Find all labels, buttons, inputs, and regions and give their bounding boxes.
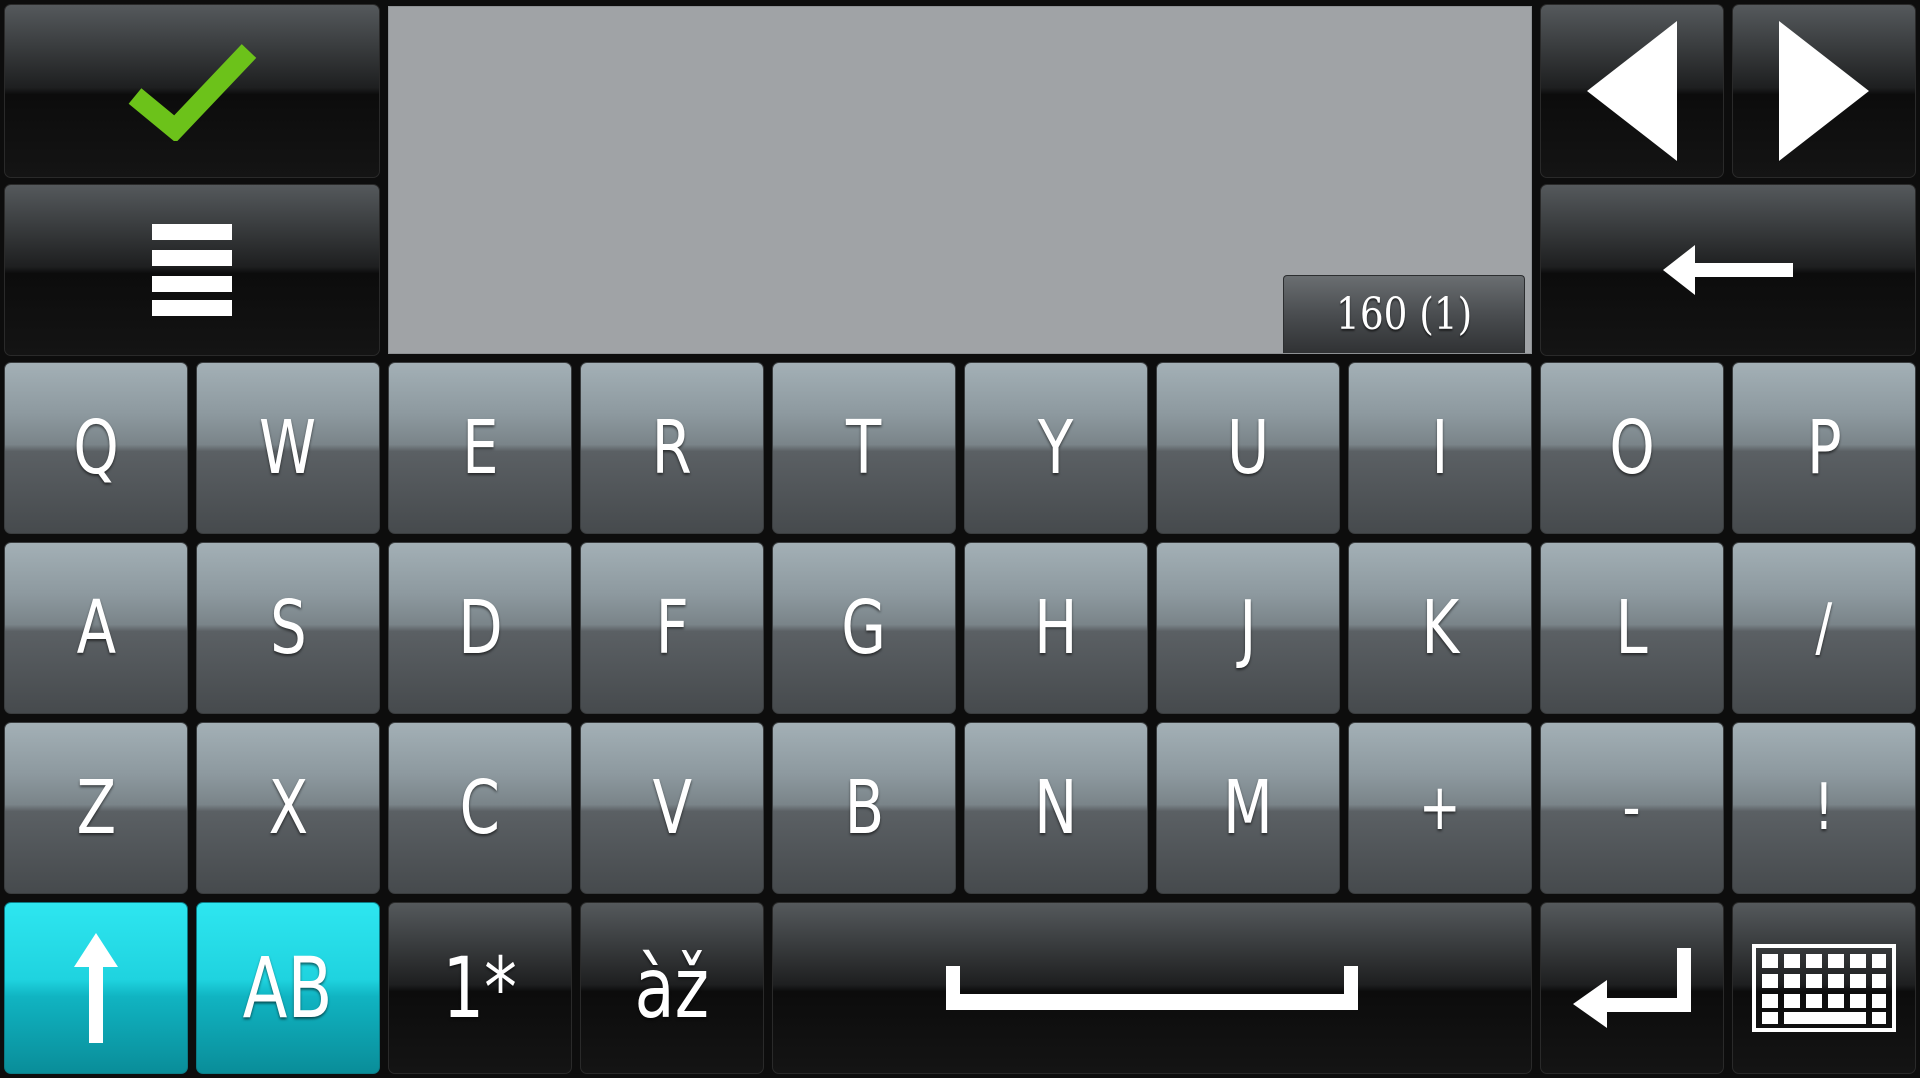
key-r[interactable]: R <box>580 362 764 534</box>
virtual-keyboard: 160 (1) Q W E R T Y U I O P A S D F G H J K L / Z X C V B N M + -! A… <box>0 0 1920 1078</box>
key-label: X <box>268 765 308 851</box>
key-k[interactable]: K <box>1348 542 1532 714</box>
shift-arrow-icon <box>74 933 118 1043</box>
key-label: + <box>1419 771 1461 845</box>
key-symbol-9-2[interactable]: ! <box>1732 722 1916 894</box>
key-label: S <box>269 585 307 671</box>
key-m[interactable]: M <box>1156 722 1340 894</box>
shift-button[interactable] <box>4 902 188 1074</box>
key-label: R <box>651 405 693 491</box>
text-input-area[interactable]: 160 (1) <box>388 6 1532 354</box>
key-label: G <box>841 585 887 671</box>
key-v[interactable]: V <box>580 722 764 894</box>
key-t[interactable]: T <box>772 362 956 534</box>
key-h[interactable]: H <box>964 542 1148 714</box>
character-counter: 160 (1) <box>1283 275 1525 353</box>
done-button[interactable] <box>4 4 380 178</box>
menu-button[interactable] <box>4 184 380 356</box>
key-b[interactable]: B <box>772 722 956 894</box>
backspace-button[interactable] <box>1540 184 1916 356</box>
key-n[interactable]: N <box>964 722 1148 894</box>
space-button[interactable] <box>772 902 1532 1074</box>
key-c[interactable]: C <box>388 722 572 894</box>
key-z[interactable]: Z <box>4 722 188 894</box>
key-label: ! <box>1813 771 1835 845</box>
key-label: Y <box>1038 405 1074 491</box>
key-label: L <box>1615 585 1649 671</box>
key-label: U <box>1226 405 1270 491</box>
keyboard-icon <box>1752 944 1896 1032</box>
key-label: - <box>1622 771 1642 845</box>
key-label: Q <box>73 405 119 491</box>
key-symbol-9-1[interactable]: / <box>1732 542 1916 714</box>
backspace-arrow-icon <box>1663 245 1793 295</box>
key-label: O <box>1609 405 1655 491</box>
key-e[interactable]: E <box>388 362 572 534</box>
enter-icon <box>1573 948 1691 1028</box>
checkmark-icon <box>128 44 257 141</box>
key-symbol-8-2[interactable]: - <box>1540 722 1724 894</box>
key-i[interactable]: I <box>1348 362 1532 534</box>
space-bar-icon <box>946 966 1358 1010</box>
key-j[interactable]: J <box>1156 542 1340 714</box>
input-mode-button[interactable]: AB <box>196 902 380 1074</box>
key-w[interactable]: W <box>196 362 380 534</box>
key-l[interactable]: L <box>1540 542 1724 714</box>
cursor-left-button[interactable] <box>1540 4 1724 178</box>
key-label: I <box>1431 405 1449 491</box>
key-label: T <box>846 405 882 491</box>
numbers-symbols-button[interactable]: 1* <box>388 902 572 1074</box>
menu-icon <box>152 224 232 316</box>
key-label: C <box>459 765 501 851</box>
key-label: J <box>1239 585 1257 671</box>
key-p[interactable]: P <box>1732 362 1916 534</box>
key-label: K <box>1421 585 1459 671</box>
key-label: W <box>259 405 317 491</box>
key-label: D <box>457 585 503 671</box>
key-label: Z <box>76 765 116 851</box>
key-d[interactable]: D <box>388 542 572 714</box>
key-label: P <box>1806 405 1842 491</box>
key-label: E <box>461 405 499 491</box>
triangle-left-icon <box>1587 21 1677 161</box>
key-o[interactable]: O <box>1540 362 1724 534</box>
key-s[interactable]: S <box>196 542 380 714</box>
key-label: / <box>1815 591 1833 665</box>
key-label: A <box>76 585 116 671</box>
key-label: H <box>1034 585 1078 671</box>
key-label: V <box>652 765 692 851</box>
triangle-right-icon <box>1779 21 1869 161</box>
accented-characters-button[interactable]: àž <box>580 902 764 1074</box>
key-q[interactable]: Q <box>4 362 188 534</box>
key-a[interactable]: A <box>4 542 188 714</box>
hide-keyboard-button[interactable] <box>1732 902 1916 1074</box>
key-label: M <box>1223 765 1273 851</box>
key-f[interactable]: F <box>580 542 764 714</box>
key-u[interactable]: U <box>1156 362 1340 534</box>
key-label: N <box>1034 765 1078 851</box>
key-g[interactable]: G <box>772 542 956 714</box>
key-label: F <box>655 585 689 671</box>
cursor-right-button[interactable] <box>1732 4 1916 178</box>
key-symbol-7-2[interactable]: + <box>1348 722 1532 894</box>
key-x[interactable]: X <box>196 722 380 894</box>
enter-button[interactable] <box>1540 902 1724 1074</box>
key-label: B <box>844 765 884 851</box>
key-y[interactable]: Y <box>964 362 1148 534</box>
